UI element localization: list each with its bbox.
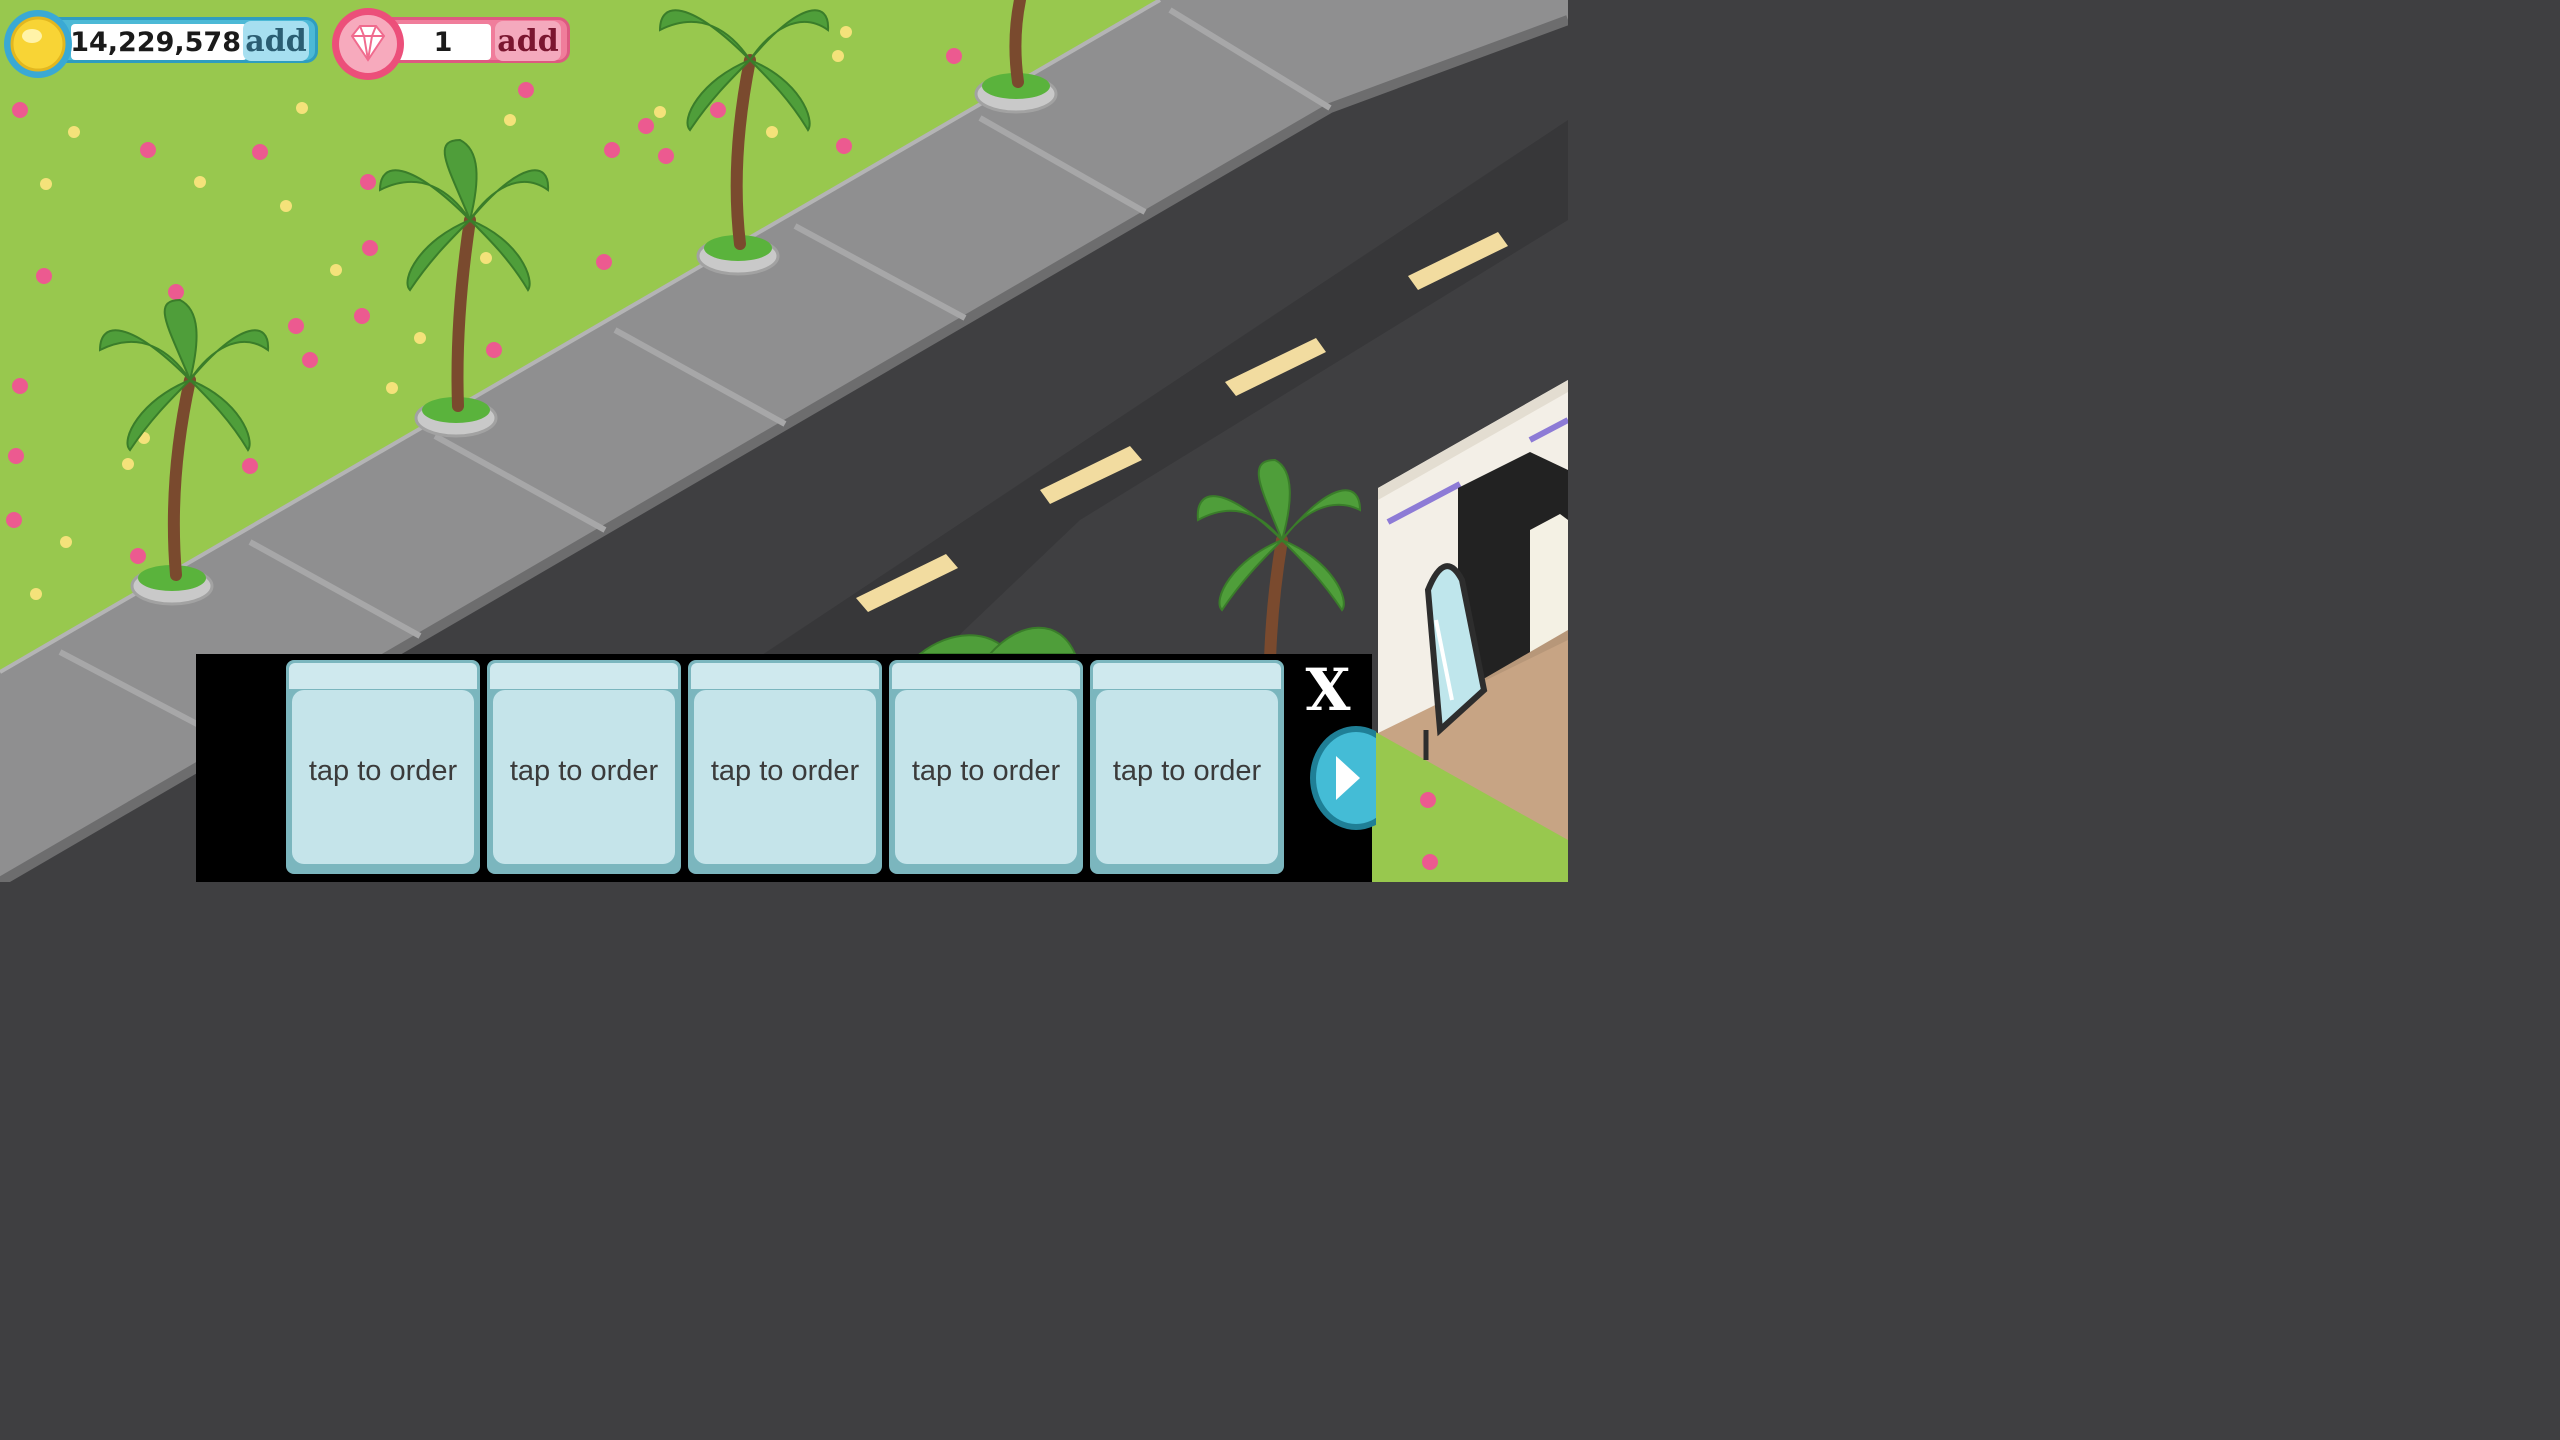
coin-icon <box>4 10 72 78</box>
arrow-right-icon[interactable] <box>1308 724 1376 832</box>
diamond-icon <box>332 8 404 80</box>
gems-value: 1 <box>395 24 491 60</box>
order-slot-label: tap to order <box>911 754 1061 787</box>
coins-value: 14,229,578 <box>70 24 247 60</box>
order-slot[interactable]: tap to order <box>286 660 480 874</box>
order-slot-label: tap to order <box>509 754 659 787</box>
order-slot[interactable]: tap to order <box>1090 660 1284 874</box>
add-coins-button[interactable]: add <box>243 21 309 61</box>
order-slot[interactable]: tap to order <box>688 660 882 874</box>
order-slot-label: tap to order <box>1112 754 1262 787</box>
add-gems-button[interactable]: add <box>495 21 561 61</box>
order-slot[interactable]: tap to order <box>889 660 1083 874</box>
order-slot[interactable]: tap to order <box>487 660 681 874</box>
order-slot-label: tap to order <box>710 754 860 787</box>
order-bar: tap to order tap to order tap to order t… <box>196 654 1376 882</box>
close-button[interactable]: X <box>1294 660 1362 720</box>
order-slot-label: tap to order <box>308 754 458 787</box>
